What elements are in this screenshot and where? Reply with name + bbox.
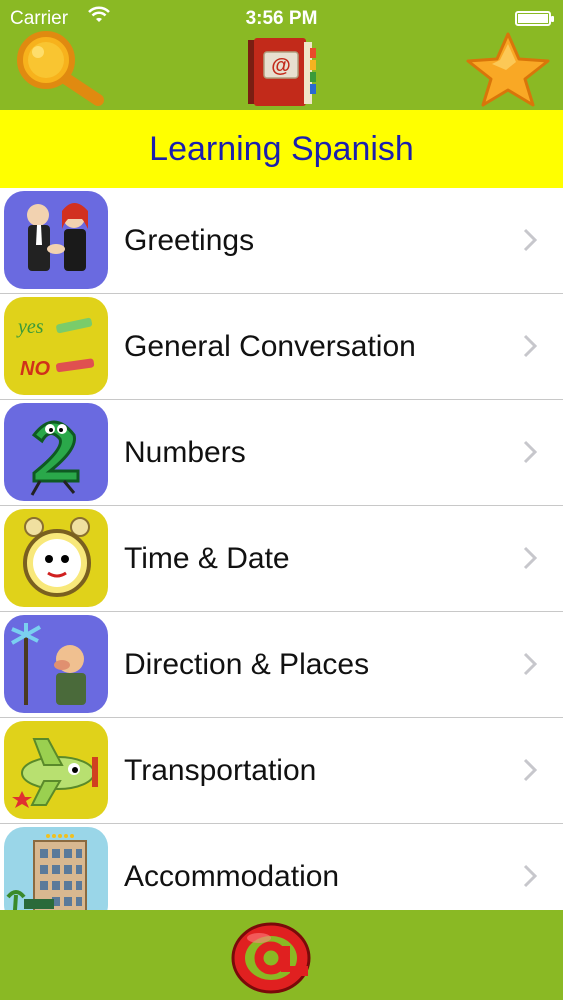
search-button[interactable] (10, 28, 106, 108)
category-label: General Conversation (124, 330, 416, 363)
battery-icon (515, 11, 554, 26)
svg-text:NO: NO (20, 358, 50, 380)
star-icon (466, 32, 550, 107)
chevron-right-icon (523, 228, 537, 252)
bottom-bar (0, 910, 563, 1000)
chevron-right-icon (523, 334, 537, 358)
chevron-right-icon (523, 440, 537, 464)
airplane-icon (4, 721, 108, 819)
chevron-right-icon (523, 758, 537, 782)
favorites-button[interactable] (462, 30, 554, 108)
top-bar: Carrier 3:56 PM @ (0, 0, 563, 110)
chevron-right-icon (523, 864, 537, 888)
address-book-icon: @ (248, 38, 316, 106)
number-two-icon (4, 403, 108, 501)
category-label: Accommodation (124, 860, 340, 893)
category-label: Time & Date (124, 542, 290, 575)
category-row-accommodation[interactable]: Accommodation (0, 824, 563, 910)
category-row-transportation[interactable]: Transportation (0, 718, 563, 824)
alarm-clock-icon (4, 509, 108, 607)
page-title: Learning Spanish (149, 130, 414, 168)
category-row-direction-places[interactable]: Direction & Places (0, 612, 563, 718)
category-row-greetings[interactable]: Greetings (0, 188, 563, 294)
at-sign-icon (231, 922, 311, 994)
app-logo: @ (244, 34, 320, 108)
contact-button[interactable] (229, 918, 313, 994)
chevron-right-icon (523, 652, 537, 676)
category-list: Greetings yes NO General Conversation Nu… (0, 188, 563, 910)
magnifier-icon (17, 31, 104, 106)
yes-no-icon: yes NO (4, 297, 108, 395)
signpost-icon (4, 615, 108, 713)
handshake-icon (4, 191, 108, 289)
category-label: Numbers (124, 436, 246, 469)
hotel-icon (4, 827, 108, 910)
category-label: Direction & Places (124, 648, 370, 681)
category-row-numbers[interactable]: Numbers (0, 400, 563, 506)
clock: 3:56 PM (245, 8, 318, 29)
category-label: Greetings (124, 224, 255, 257)
category-row-general-conversation[interactable]: yes NO General Conversation (0, 294, 563, 400)
svg-text:yes: yes (16, 316, 44, 338)
chevron-right-icon (523, 546, 537, 570)
category-label: Transportation (124, 754, 317, 787)
svg-text:@: @ (271, 55, 291, 77)
title-band: Learning Spanish (0, 110, 563, 188)
category-row-time-date[interactable]: Time & Date (0, 506, 563, 612)
